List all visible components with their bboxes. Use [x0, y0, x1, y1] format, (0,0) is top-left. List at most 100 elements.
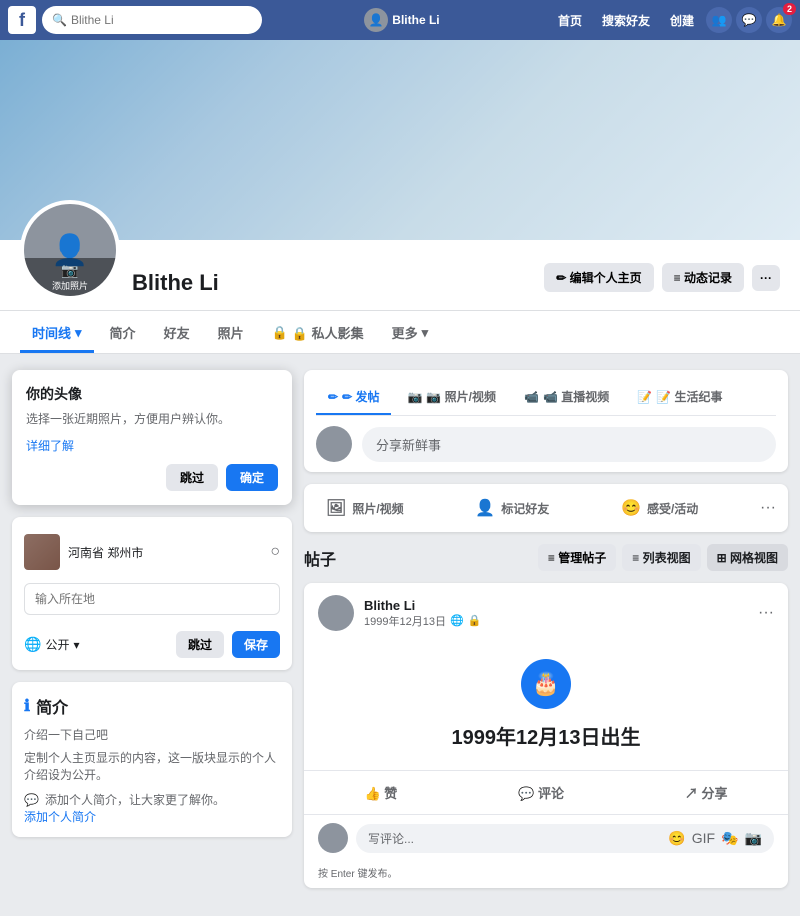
grid-view-button[interactable]: ⊞ 网格视图 [707, 544, 788, 571]
emoji-icon[interactable]: 😊 [668, 830, 685, 847]
form-actions: 跳过 保存 [176, 631, 280, 658]
profile-name: Blithe Li [132, 270, 544, 296]
bio-description: 定制个人主页显示的内容，这一版块显示的个人介绍设为公开。 [24, 749, 280, 783]
tab-friends[interactable]: 好友 [152, 311, 202, 353]
profile-avatar[interactable]: 👤 📷 添加照片 [20, 200, 120, 300]
skip-button[interactable]: 跳过 [176, 631, 224, 658]
tab-private-album[interactable]: 🔒 🔒 私人影集 [260, 311, 376, 353]
post-actions-more[interactable]: ··· [760, 499, 776, 517]
tag-friend-button[interactable]: 👤 标记好友 [465, 492, 559, 524]
composer-avatar [316, 426, 352, 462]
comment-button[interactable]: 💬 评论 [502, 777, 580, 808]
location-input[interactable] [24, 583, 280, 615]
post-header: Blithe Li 1999年12月13日 🌐 🔒 ··· [304, 583, 788, 639]
post-actions-bar: 🖼 照片/视频 👤 标记好友 😊 感受/活动 ··· [304, 484, 788, 532]
list-view-button[interactable]: ≡ 列表视图 [622, 544, 700, 571]
save-button[interactable]: 保存 [232, 631, 280, 658]
add-photo-label: 添加照片 [52, 279, 88, 292]
post-reactions: 👍 赞 💬 评论 ↗ 分享 [304, 770, 788, 814]
posts-view-controls: ≡ 管理帖子 ≡ 列表视图 ⊞ 网格视图 [538, 544, 788, 571]
notification-badge: 2 [783, 3, 796, 15]
add-bio-link-row: 💬 添加个人简介，让大家更了解你。 [24, 791, 280, 808]
camera-icon: 📷 [61, 262, 78, 279]
tab-more[interactable]: 更多 ▾ [380, 311, 441, 353]
tab-timeline[interactable]: 时间线 ▾ [20, 311, 94, 353]
tab-about[interactable]: 简介 [98, 311, 148, 353]
manage-posts-button[interactable]: ≡ 管理帖子 [538, 544, 616, 571]
nav-avatar: 👤 [364, 8, 388, 32]
composer-tab-live[interactable]: 📹 📹 直播视频 [512, 380, 621, 415]
profile-more-button[interactable]: ··· [752, 265, 780, 291]
globe-icon: 🌐 [24, 636, 41, 653]
right-column: ✏ ✏ 发帖 📷 📷 照片/视频 📹 📹 直播视频 📝 📝 生活纪事 分享新鲜事 [304, 370, 788, 900]
birth-text: 1999年12月13日出生 [324, 721, 768, 750]
tooltip-title: 你的头像 [26, 384, 278, 404]
avatar-tooltip-popup: 你的头像 选择一张近期照片，方便用户辨认你。 详细了解 跳过 确定 [12, 370, 292, 505]
messenger-icon-btn[interactable]: 💬 [736, 7, 762, 33]
photo-icon: 🖼 [326, 498, 346, 518]
tooltip-skip-button[interactable]: 跳过 [166, 464, 218, 491]
tab-photos[interactable]: 照片 [206, 311, 256, 353]
commenter-avatar [318, 823, 348, 853]
tag-icon: 👤 [475, 498, 495, 518]
nav-create-link[interactable]: 创建 [662, 8, 702, 33]
facebook-logo: f [8, 6, 36, 34]
comment-hint: 按 Enter 键发布。 [304, 861, 788, 888]
avatar-overlay: 📷 添加照片 [24, 258, 116, 296]
activity-log-button[interactable]: ≡ 动态记录 [662, 263, 744, 292]
sticker-icon[interactable]: 🎭 [721, 830, 738, 847]
speech-bubble-icon: 💬 [24, 793, 39, 807]
profile-name-section: Blithe Li [132, 270, 544, 300]
post-more-button[interactable]: ··· [758, 604, 774, 622]
post-meta: Blithe Li 1999年12月13日 🌐 🔒 [364, 598, 748, 629]
lock-icon: 🔒 [468, 614, 482, 627]
composer-input[interactable]: 分享新鲜事 [362, 427, 776, 462]
edit-profile-button[interactable]: ✏ 编辑个人主页 [544, 263, 653, 292]
share-button[interactable]: ↗ 分享 [669, 777, 744, 808]
feeling-activity-button[interactable]: 😊 感受/活动 [611, 492, 708, 524]
bio-section-title: ℹ 简介 [24, 694, 280, 718]
tooltip-actions: 跳过 确定 [26, 464, 278, 491]
emoji-icon: 😊 [621, 498, 641, 518]
friends-icon-btn[interactable]: 👥 [706, 7, 732, 33]
privacy-row: 🌐 公开 ▾ 跳过 保存 [24, 631, 280, 658]
nav-center: 👤 Blithe Li [262, 8, 542, 32]
birth-icon: 🎂 [521, 659, 571, 709]
post-birth-content: 🎂 1999年12月13日出生 [304, 639, 788, 770]
left-column: 你的头像 选择一张近期照片，方便用户辨认你。 详细了解 跳过 确定 河南省 郑州… [12, 370, 292, 900]
main-content: 你的头像 选择一张近期照片，方便用户辨认你。 详细了解 跳过 确定 河南省 郑州… [0, 354, 800, 916]
composer-input-row: 分享新鲜事 [316, 426, 776, 462]
comment-input-wrapper[interactable]: 写评论... 😊 GIF 🎭 📷 [356, 824, 774, 853]
search-bar[interactable]: 🔍 [42, 6, 262, 34]
location-item: 河南省 郑州市 ○ [24, 529, 280, 575]
gif-icon[interactable]: GIF [692, 830, 715, 847]
nav-home-link[interactable]: 首页 [550, 8, 590, 33]
search-input[interactable] [71, 13, 252, 27]
cover-photo [0, 40, 800, 240]
nav-find-friends-link[interactable]: 搜索好友 [594, 8, 658, 33]
comment-icons: 😊 GIF 🎭 📷 [668, 830, 762, 847]
post-composer: ✏ ✏ 发帖 📷 📷 照片/视频 📹 📹 直播视频 📝 📝 生活纪事 分享新鲜事 [304, 370, 788, 472]
notifications-icon-btn[interactable]: 🔔 2 [766, 7, 792, 33]
profile-tabs: 时间线 ▾ 简介 好友 照片 🔒 🔒 私人影集 更多 ▾ [0, 311, 800, 354]
profile-info-bar: 👤 📷 添加照片 Blithe Li ✏ 编辑个人主页 ≡ 动态记录 ··· [0, 240, 800, 311]
composer-tab-photo[interactable]: 📷 📷 照片/视频 [395, 380, 508, 415]
camera-comment-icon[interactable]: 📷 [745, 830, 762, 847]
comment-placeholder: 写评论... [368, 830, 414, 847]
location-thumbnail [24, 534, 60, 570]
privacy-select[interactable]: 🌐 公开 ▾ [24, 636, 79, 653]
post-timestamp: 1999年12月13日 🌐 🔒 [364, 613, 748, 629]
nav-icons: 首页 搜索好友 创建 👥 💬 🔔 2 [550, 7, 792, 33]
post-card: Blithe Li 1999年12月13日 🌐 🔒 ··· 🎂 1999年12月… [304, 583, 788, 888]
add-bio-profile-link[interactable]: 添加个人简介 [24, 810, 96, 824]
photo-video-button[interactable]: 🖼 照片/视频 [316, 492, 414, 524]
composer-tab-post[interactable]: ✏ ✏ 发帖 [316, 380, 391, 415]
nav-username: Blithe Li [392, 13, 439, 27]
post-author-name: Blithe Li [364, 598, 748, 613]
bio-prompt: 介绍一下自己吧 [24, 726, 280, 743]
composer-tab-life-event[interactable]: 📝 📝 生活纪事 [625, 380, 734, 415]
tooltip-confirm-button[interactable]: 确定 [226, 464, 278, 491]
like-button[interactable]: 👍 赞 [348, 777, 413, 808]
tooltip-learn-more-link[interactable]: 详细了解 [26, 437, 278, 454]
tooltip-description: 选择一张近期照片，方便用户辨认你。 [26, 410, 278, 427]
